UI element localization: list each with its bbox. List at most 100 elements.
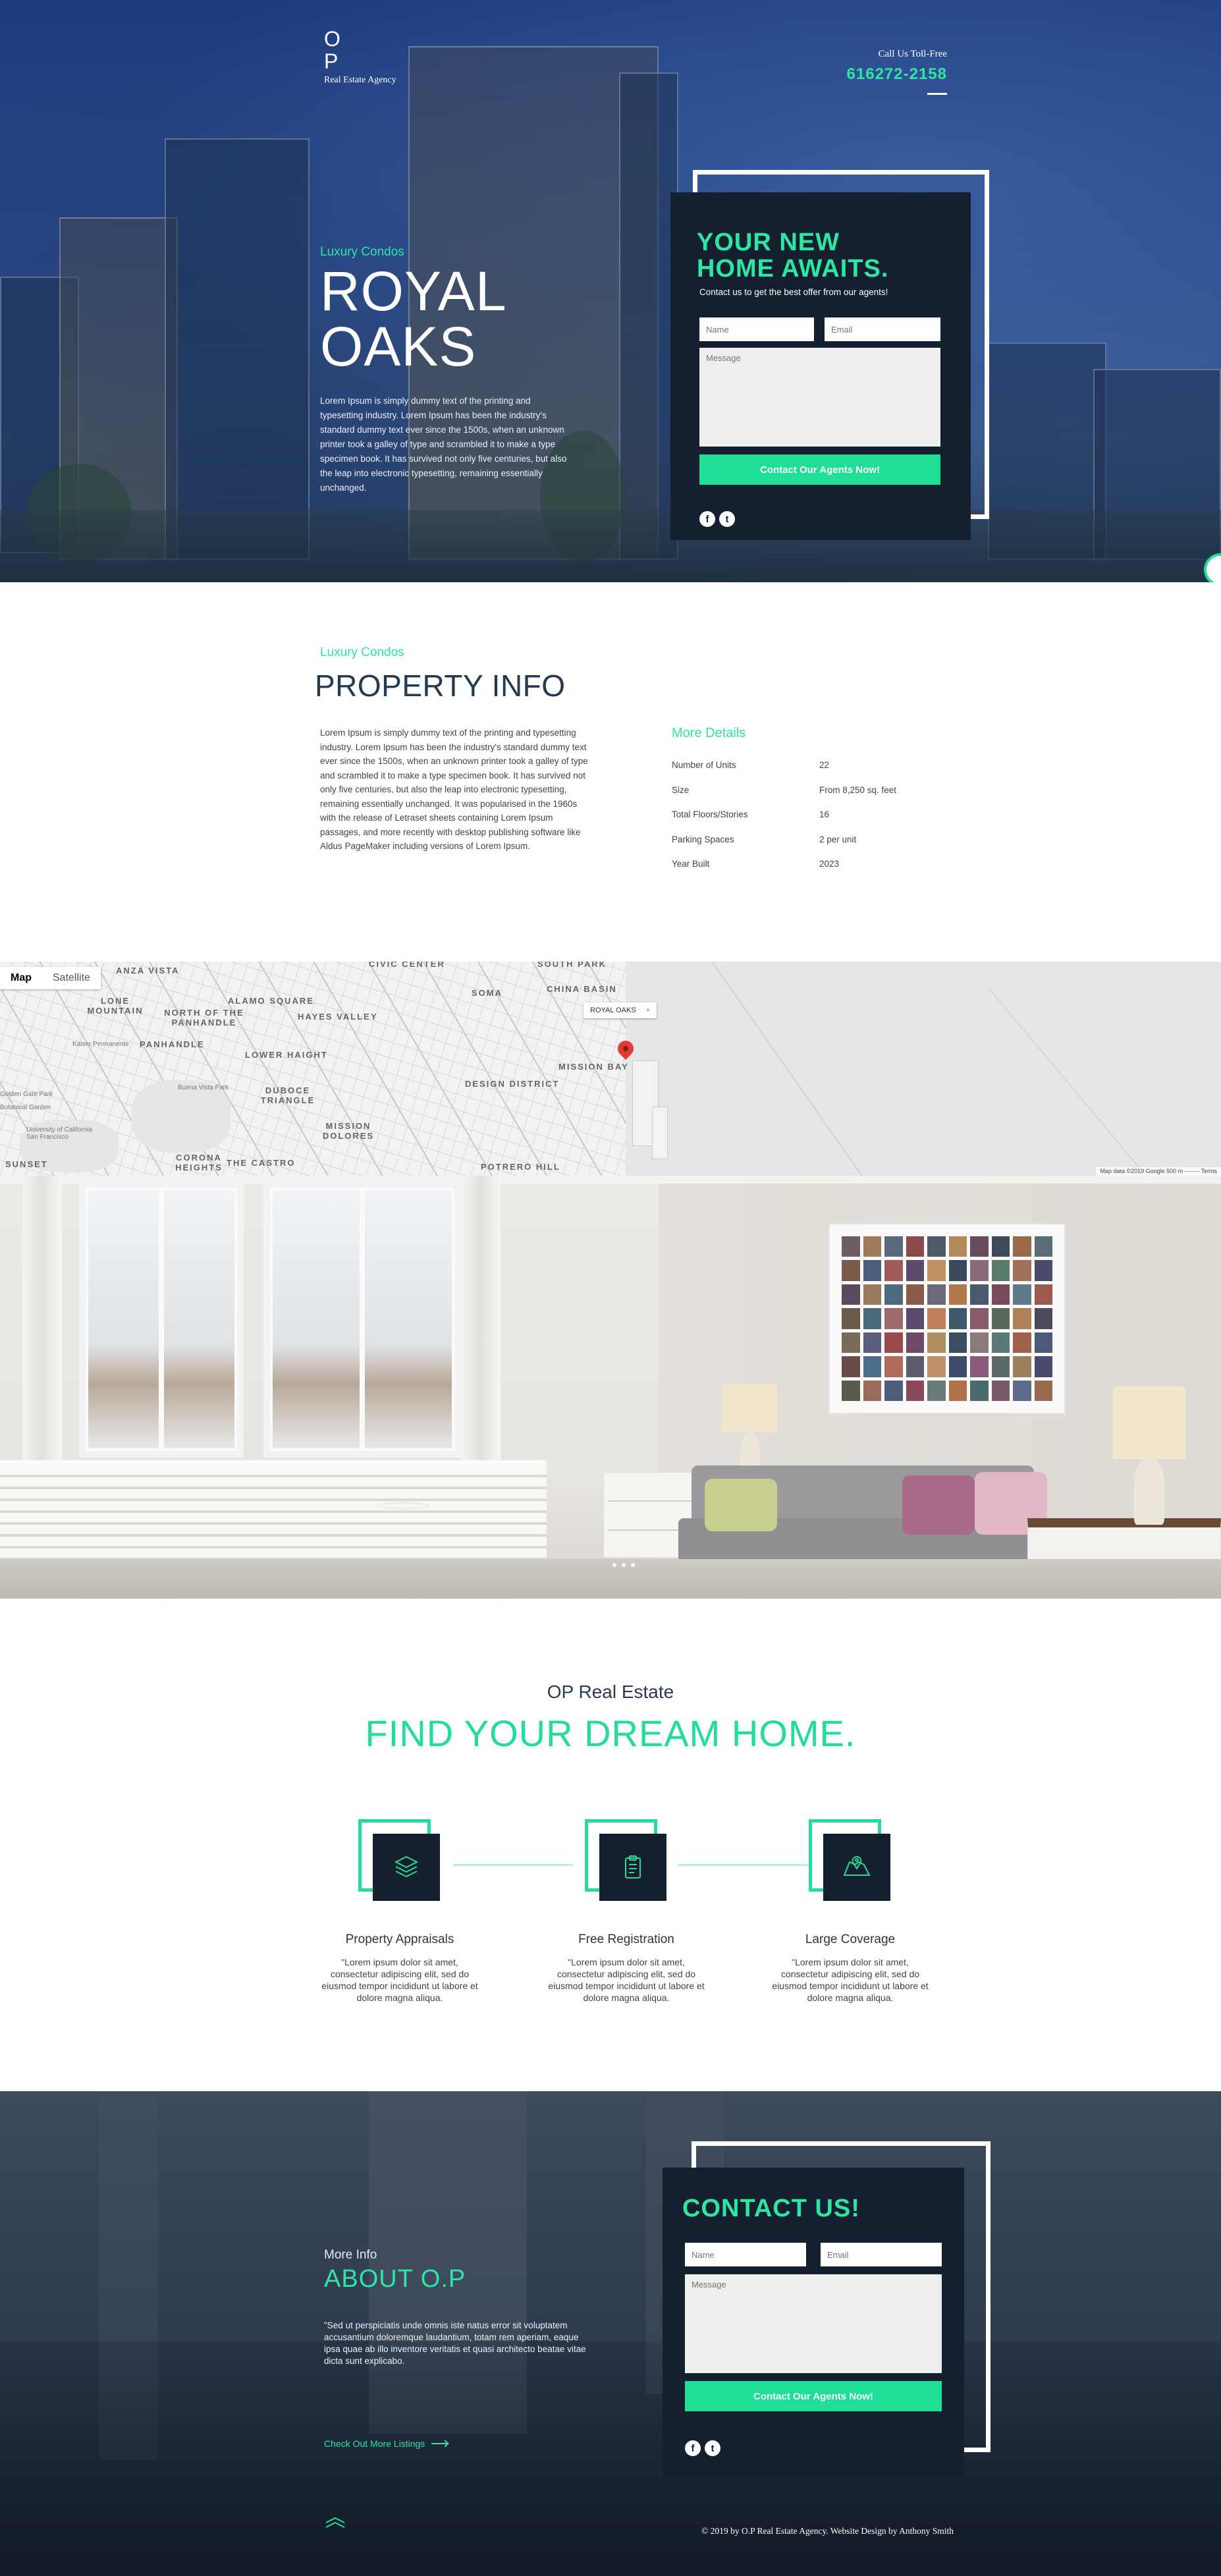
gallery-photo — [906, 1284, 924, 1305]
menu-bar-icon[interactable] — [927, 93, 947, 95]
about-block: More Info ABOUT O.P "Sed ut perspiciatis… — [324, 2248, 587, 2449]
call-us: Call Us Toll-Free 616272-2158 — [847, 49, 947, 95]
spec-row: Total Floors/Stories 16 — [672, 809, 935, 835]
hero-description: Lorem Ipsum is simply dummy text of the … — [320, 396, 567, 493]
interior-photo — [0, 1176, 1221, 1599]
layers-icon — [394, 1855, 419, 1878]
clipboard-icon — [625, 1855, 641, 1878]
logo-mark: O P — [324, 27, 342, 73]
feature-title: Large Coverage — [805, 1932, 896, 1946]
hero-title-line2: OAKS — [320, 315, 477, 377]
map-label: MISSION DOLORES — [322, 1121, 375, 1141]
location-map[interactable]: ANZA VISTA CIVIC CENTER SOUTH PARK CHINA… — [0, 962, 1221, 1176]
site-logo[interactable]: O P Real Estate Agency — [324, 28, 396, 86]
gallery-photo — [991, 1284, 1010, 1305]
more-listings-link[interactable]: Check Out More Listings — [324, 2438, 587, 2449]
twitter-icon[interactable]: t — [719, 511, 735, 527]
more-listings-label: Check Out More Listings — [324, 2438, 425, 2449]
gallery-photo — [863, 1284, 881, 1305]
map-label: HAYES VALLEY — [298, 1012, 378, 1022]
carousel-dots — [612, 1563, 635, 1567]
map-pier — [652, 1107, 668, 1159]
map-small-label: Kaiser Permanente — [72, 1041, 129, 1048]
feature-title: Free Registration — [578, 1932, 674, 1946]
building-left-3 — [165, 138, 310, 560]
hero-form-title: YOUR NEW HOME AWAITS. — [697, 229, 888, 282]
hero-message-input[interactable] — [699, 348, 940, 447]
map-label: LOWER HAIGHT — [245, 1050, 328, 1060]
gallery-photo — [1013, 1356, 1031, 1377]
lamp-base — [1134, 1459, 1164, 1525]
gallery-photo — [927, 1380, 946, 1401]
contact-email-input[interactable] — [821, 2243, 942, 2266]
hero-social: f t — [699, 511, 735, 527]
gallery-photo — [1013, 1260, 1031, 1281]
call-us-label: Call Us Toll-Free — [878, 49, 948, 59]
carousel-dot[interactable] — [631, 1563, 635, 1567]
map-type-tabs: Map Satellite — [0, 967, 101, 989]
map-tab-satellite[interactable]: Satellite — [42, 967, 101, 989]
window-pane — [86, 1188, 161, 1451]
property-title: PROPERTY INFO — [315, 669, 566, 703]
map-label: POTRERO HILL — [481, 1162, 560, 1172]
map-label: THE CASTRO — [227, 1158, 296, 1168]
facebook-icon[interactable]: f — [699, 511, 715, 527]
map-marker-infowindow: ROYAL OAKS × — [583, 1002, 657, 1018]
feature-property-appraisals: Property Appraisals "Lorem ipsum dolor s… — [317, 1819, 482, 2004]
about-kicker: More Info — [324, 2248, 377, 2262]
hero-contact-button[interactable]: Contact Our Agents Now! — [699, 454, 940, 485]
contact-submit-button[interactable]: Contact Our Agents Now! — [685, 2381, 942, 2411]
phone-number[interactable]: 616272-2158 — [847, 65, 947, 84]
spec-row: Parking Spaces 2 per unit — [672, 835, 935, 860]
map-label: CIVIC CENTER — [369, 962, 445, 969]
hero-text: Luxury Condos ROYAL OAKS Lorem Ipsum is … — [320, 245, 570, 495]
gallery-photo — [927, 1260, 946, 1281]
features-section: OP Real Estate FIND YOUR DREAM HOME. Pro… — [0, 1599, 1221, 2091]
map-tab-map[interactable]: Map — [0, 967, 42, 989]
feature-icon-frame — [585, 1819, 668, 1902]
gallery-photo — [906, 1332, 924, 1354]
wall-photo-gallery — [828, 1223, 1066, 1414]
hero-email-input[interactable] — [825, 317, 940, 341]
hero-form-title-line2: HOME AWAITS. — [697, 255, 889, 283]
about-text: "Sed ut perspiciatis unde omnis iste nat… — [324, 2320, 586, 2366]
facebook-icon[interactable]: f — [685, 2440, 701, 2456]
contact-message-input[interactable] — [685, 2274, 942, 2373]
gallery-photo — [970, 1284, 989, 1305]
radiator-cabinet — [0, 1460, 547, 1572]
map-label: ALAMO SQUARE — [228, 996, 314, 1006]
gallery-photo — [863, 1332, 881, 1354]
gallery-photo — [884, 1308, 903, 1329]
gallery-photo — [863, 1380, 881, 1401]
gallery-photo — [927, 1236, 946, 1257]
map-small-label: Botanical Garden — [0, 1104, 51, 1111]
map-label: SUNSET — [5, 1159, 48, 1169]
gallery-photo — [991, 1332, 1010, 1354]
map-label: MISSION BAY — [558, 1062, 629, 1072]
gallery-photo — [1034, 1284, 1052, 1305]
carousel-dot[interactable] — [622, 1563, 626, 1567]
property-info-section: Luxury Condos PROPERTY INFO Lorem Ipsum … — [0, 582, 1221, 962]
feature-text: "Lorem ipsum dolor sit amet, consectetur… — [772, 1957, 929, 2003]
spec-value: 2 per unit — [819, 834, 857, 844]
gallery-photo — [970, 1332, 989, 1354]
sideboard-drawer — [608, 1500, 701, 1502]
gallery-photo — [948, 1380, 967, 1401]
spec-label: Parking Spaces — [672, 834, 734, 844]
scroll-up-icon[interactable] — [324, 2516, 346, 2529]
hero-name-input[interactable] — [699, 317, 814, 341]
room-window — [79, 1181, 244, 1458]
gallery-photo — [948, 1284, 967, 1305]
gallery-photo — [1034, 1260, 1052, 1281]
gallery-photo — [842, 1236, 860, 1257]
contact-form-title: CONTACT US! — [682, 2195, 860, 2222]
twitter-icon[interactable]: t — [705, 2440, 720, 2456]
gallery-photo — [1034, 1308, 1052, 1329]
gallery-photo — [948, 1236, 967, 1257]
spec-row: Size From 8,250 sq. feet — [672, 785, 935, 810]
gallery-photo — [970, 1380, 989, 1401]
contact-name-input[interactable] — [685, 2243, 806, 2266]
carousel-dot[interactable] — [612, 1563, 616, 1567]
close-icon[interactable]: × — [646, 1006, 650, 1014]
gallery-photo — [884, 1284, 903, 1305]
